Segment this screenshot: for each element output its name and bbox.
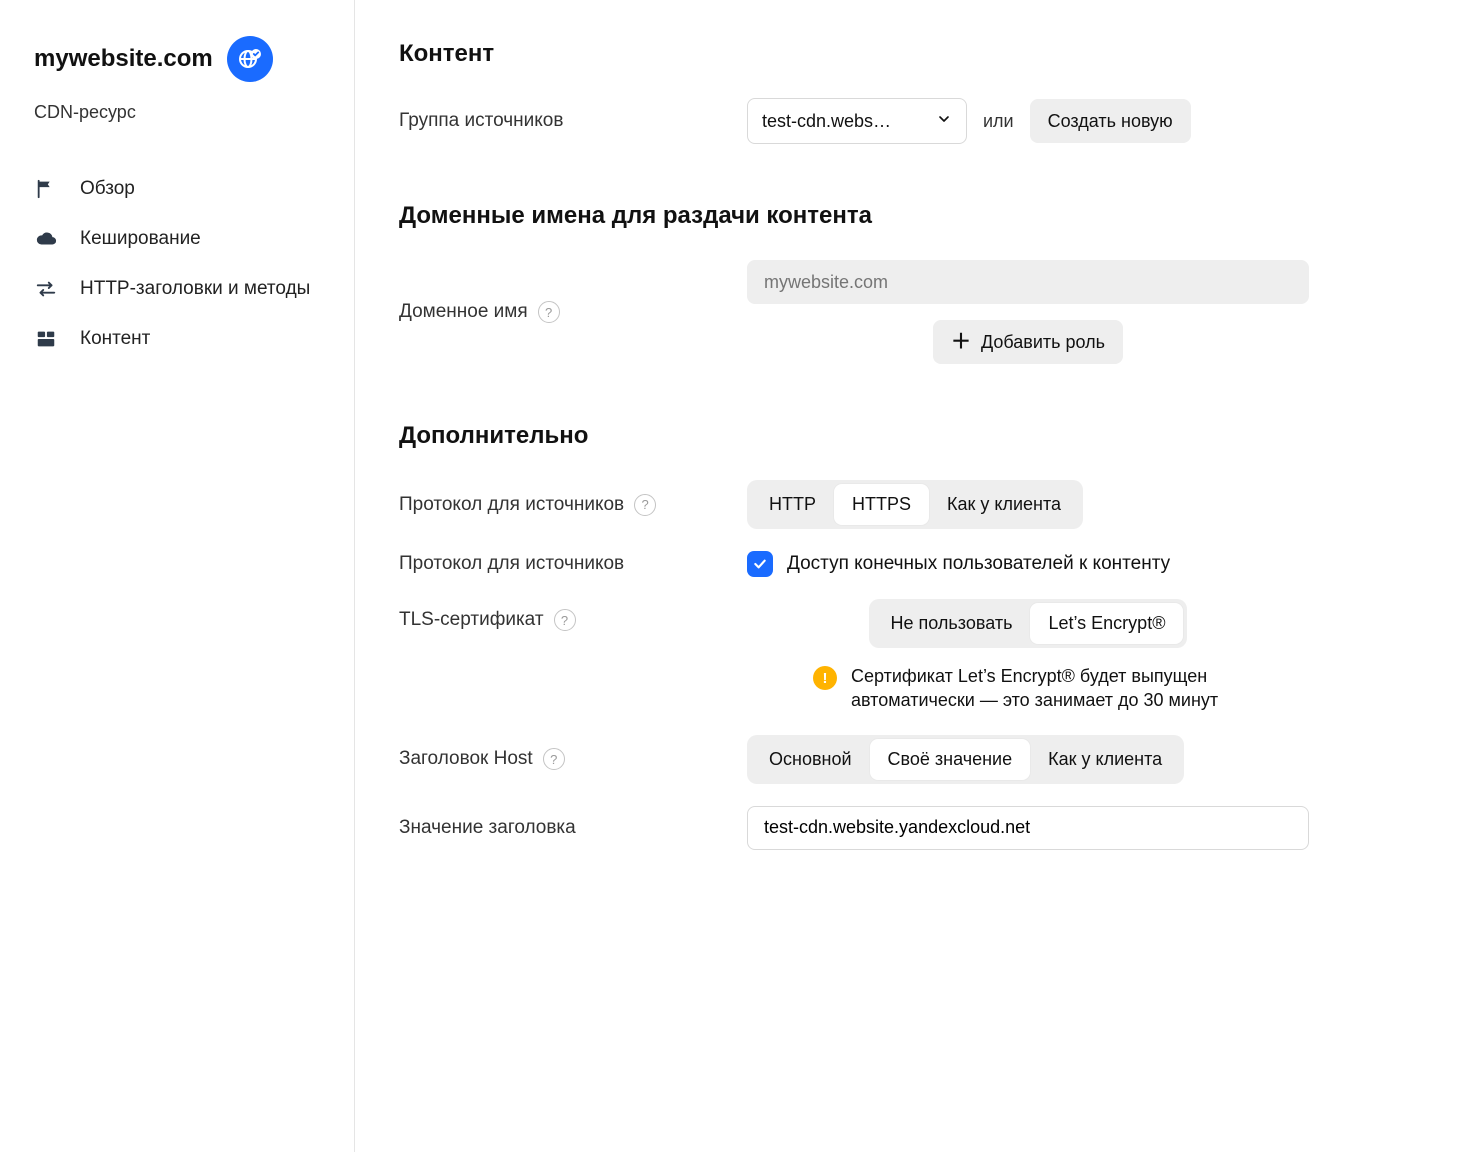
domain-label: Доменное имя	[399, 301, 528, 323]
segment-option[interactable]: Как у клиента	[1030, 739, 1180, 780]
origin-group-select[interactable]: test-cdn.webs…	[747, 98, 967, 144]
access-checkbox-label: Доступ конечных пользователей к контенту	[787, 553, 1170, 575]
section-heading-domains: Доменные имена для раздачи контента	[399, 202, 1309, 230]
sidebar-item-label: Контент	[80, 328, 150, 350]
segment-option[interactable]: Не пользовать	[873, 603, 1031, 644]
header-value-label: Значение заголовка	[399, 817, 576, 839]
section-heading-extra: Дополнительно	[399, 422, 1309, 450]
sidebar-item-caching[interactable]: Кеширование	[34, 227, 336, 251]
tls-label: TLS-сертификат	[399, 609, 544, 631]
segment-option[interactable]: Своё значение	[870, 739, 1031, 780]
swap-arrows-icon	[34, 277, 58, 301]
help-icon[interactable]: ?	[543, 748, 565, 770]
resource-subtitle: CDN-ресурс	[34, 102, 336, 123]
content-blocks-icon	[34, 327, 58, 351]
origin-group-value: test-cdn.webs…	[762, 111, 891, 132]
create-new-label: Создать новую	[1048, 111, 1173, 132]
add-role-label: Добавить роль	[981, 332, 1105, 353]
segment-option[interactable]: HTTPS	[834, 484, 929, 525]
main-content: Контент Группа источников test-cdn.webs……	[355, 0, 1355, 1152]
help-icon[interactable]: ?	[538, 301, 560, 323]
domain-input	[747, 260, 1309, 304]
tls-notice-text: Сертификат Let’s Encrypt® будет выпущен …	[851, 664, 1243, 713]
flag-icon	[34, 177, 58, 201]
host-label: Заголовок Host	[399, 748, 533, 770]
section-content: Контент Группа источников test-cdn.webs……	[399, 40, 1309, 144]
access-checkbox[interactable]	[747, 551, 773, 577]
sidebar-item-content[interactable]: Контент	[34, 327, 336, 351]
create-new-button[interactable]: Создать новую	[1030, 99, 1191, 143]
access-row-label: Протокол для источников	[399, 553, 624, 575]
segment-option[interactable]: Let’s Encrypt®	[1030, 603, 1183, 644]
tls-segmented: Не пользоватьLet’s Encrypt®	[869, 599, 1188, 648]
sidebar-nav: Обзор Кеширование HTTP-заголовки и метод…	[34, 177, 336, 351]
sidebar-item-label: HTTP-заголовки и методы	[80, 278, 310, 300]
sidebar-item-overview[interactable]: Обзор	[34, 177, 336, 201]
proto-segmented: HTTPHTTPSКак у клиента	[747, 480, 1083, 529]
add-role-button[interactable]: ＋ Добавить роль	[933, 320, 1123, 364]
segment-option[interactable]: HTTP	[751, 484, 834, 525]
sidebar-item-label: Кеширование	[80, 228, 201, 250]
cloud-icon	[34, 227, 58, 251]
header-value-input[interactable]	[747, 806, 1309, 850]
globe-check-icon	[227, 36, 273, 82]
or-text: или	[983, 111, 1014, 132]
sidebar-item-http[interactable]: HTTP-заголовки и методы	[34, 277, 336, 301]
section-domains: Доменные имена для раздачи контента Доме…	[399, 202, 1309, 364]
sidebar: mywebsite.com CDN-ресурс Обзор	[0, 0, 355, 1152]
warning-icon: !	[813, 666, 837, 690]
section-heading-content: Контент	[399, 40, 1309, 68]
segment-option[interactable]: Основной	[751, 739, 870, 780]
segment-option[interactable]: Как у клиента	[929, 484, 1079, 525]
help-icon[interactable]: ?	[554, 609, 576, 631]
origin-group-label: Группа источников	[399, 110, 729, 132]
chevron-down-icon	[936, 111, 952, 132]
section-extra: Дополнительно Протокол для источников ? …	[399, 422, 1309, 850]
proto-src-label: Протокол для источников	[399, 494, 624, 516]
sidebar-item-label: Обзор	[80, 178, 135, 200]
resource-title: mywebsite.com	[34, 45, 213, 73]
host-segmented: ОсновнойСвоё значениеКак у клиента	[747, 735, 1184, 784]
help-icon[interactable]: ?	[634, 494, 656, 516]
tls-notice: ! Сертификат Let’s Encrypt® будет выпуще…	[813, 664, 1243, 713]
